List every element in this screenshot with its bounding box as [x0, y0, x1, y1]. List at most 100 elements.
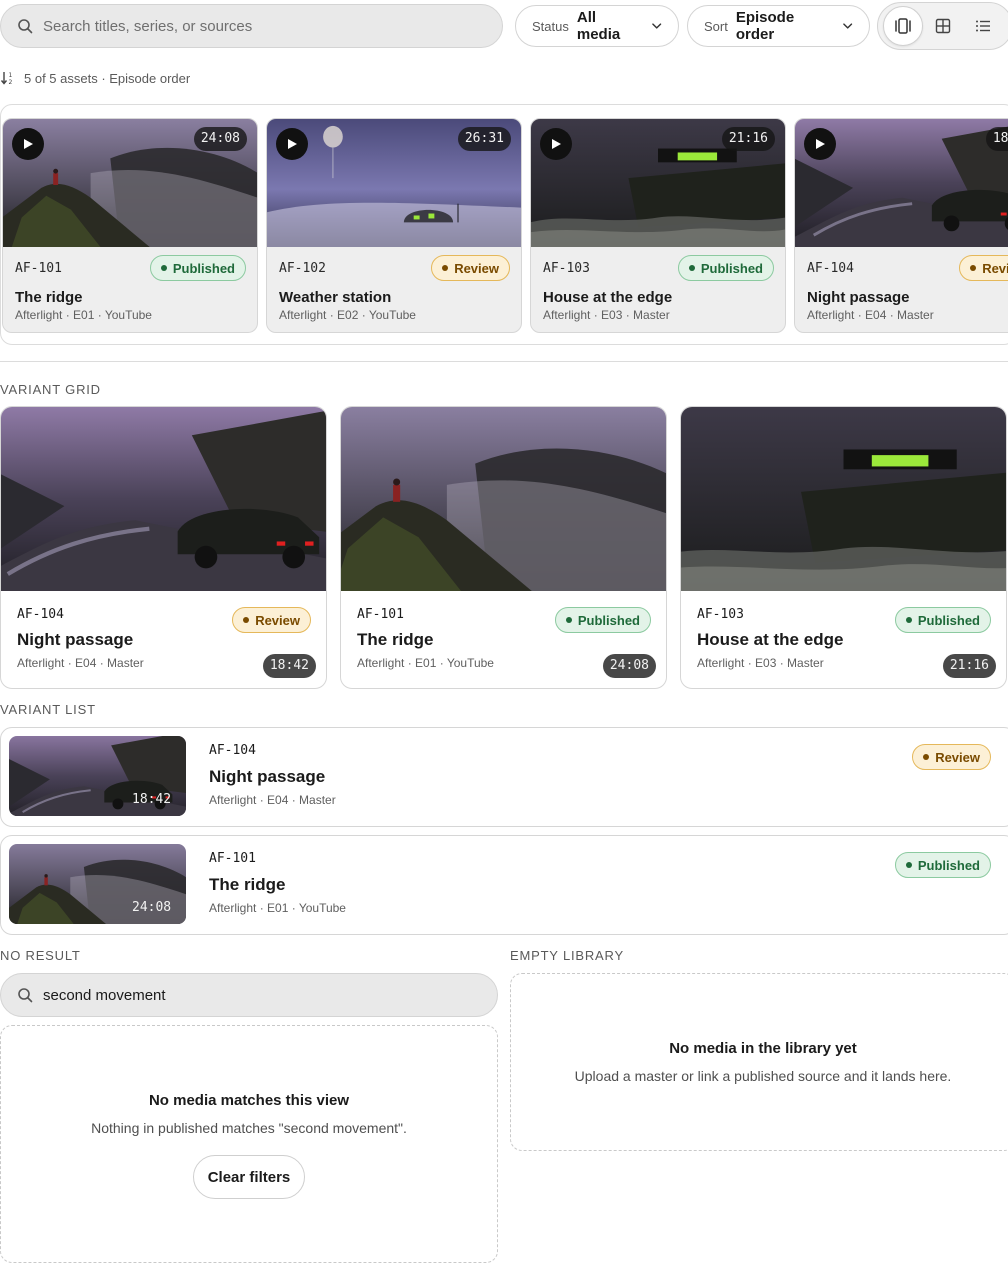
list-icon — [976, 20, 990, 32]
empty-library-heading: No media in the library yet — [669, 1040, 857, 1057]
asset-meta: Afterlight · E01 · YouTube — [15, 308, 152, 322]
asset-code: AF-101 — [209, 851, 256, 866]
svg-text:2: 2 — [9, 79, 13, 86]
asset-title: The ridge — [209, 875, 286, 894]
carousel-card[interactable]: 24:08 AF-101 Published The ridge Afterli… — [2, 118, 258, 333]
carousel-icon — [895, 18, 911, 34]
play-icon — [24, 139, 33, 149]
asset-title: House at the edge — [543, 289, 673, 306]
sort-value: Episode order — [735, 9, 795, 43]
grid-icon — [935, 18, 951, 34]
asset-title: Night passage — [807, 289, 910, 306]
play-icon — [552, 139, 561, 149]
duration-label: 18:42 — [262, 654, 316, 678]
section-divider — [0, 361, 1008, 362]
status-badge: Published — [894, 607, 991, 633]
grid-card[interactable]: 24:08 AF-101 Published The ridge Afterli… — [340, 406, 667, 689]
no-result-panel: No media matches this view Nothing in pu… — [0, 1025, 498, 1263]
asset-code: AF-104 — [209, 743, 256, 758]
asset-title: The ridge — [15, 289, 83, 306]
sort-label: Sort — [704, 18, 728, 34]
asset-code: AF-103 — [697, 607, 744, 622]
asset-meta: Afterlight · E03 · Master — [697, 656, 824, 670]
asset-title: Night passage — [209, 767, 326, 786]
carousel-card[interactable]: 18:42 AF-104 Review Night passage Afterl… — [794, 118, 1008, 333]
asset-code: AF-101 — [15, 261, 62, 276]
carousel-card[interactable]: 21:16 AF-103 Published House at the edge… — [530, 118, 786, 333]
list-row[interactable]: 18:42 AF-104 Review Night passage Afterl… — [0, 727, 1008, 827]
media-carousel[interactable]: 24:08 AF-101 Published The ridge Afterli… — [0, 104, 1008, 345]
chevron-down-icon — [842, 23, 852, 29]
carousel-card[interactable]: 26:31 AF-102 Review Weather station Afte… — [266, 118, 522, 333]
status-badge: Published — [554, 607, 651, 633]
svg-text:1: 1 — [9, 72, 13, 79]
duration-label: 24:08 — [193, 127, 247, 151]
grid-thumbnail — [681, 407, 1006, 591]
sort-select[interactable]: Sort Episode order — [687, 5, 870, 47]
status-badge: Review — [912, 744, 991, 770]
no-result-heading: No media matches this view — [148, 1092, 350, 1109]
empty-library-label: EMPTY LIBRARY — [510, 948, 624, 963]
asset-meta: Afterlight · E02 · YouTube — [279, 308, 416, 322]
search-placeholder: Search titles, series, or sources — [43, 17, 253, 35]
duration-label: 26:31 — [457, 127, 511, 151]
grid-thumbnail — [1, 407, 326, 591]
asset-code: AF-104 — [17, 607, 64, 622]
asset-title: Weather station — [279, 289, 392, 306]
no-result-search-input[interactable]: second movement — [0, 973, 498, 1017]
duration-label: 18:42 — [985, 127, 1008, 151]
play-button[interactable] — [804, 128, 836, 160]
variant-grid-label: VARIANT GRID — [0, 382, 101, 397]
no-result-body: Nothing in published matches "second mov… — [91, 1120, 407, 1136]
asset-title: House at the edge — [697, 630, 844, 649]
asset-title: The ridge — [357, 630, 434, 649]
view-mode-switcher — [877, 2, 1008, 50]
duration-label: 21:16 — [942, 654, 996, 678]
search-input[interactable]: Search titles, series, or sources — [0, 4, 503, 48]
play-button[interactable] — [276, 128, 308, 160]
sort-order-icon: 12 — [0, 72, 13, 86]
empty-library-body: Upload a master or link a published sour… — [574, 1068, 952, 1084]
asset-code: AF-102 — [279, 261, 326, 276]
play-icon — [816, 139, 825, 149]
result-summary: 12 5 of 5 assets · Episode order — [0, 70, 190, 86]
asset-code: AF-101 — [357, 607, 404, 622]
no-result-label: NO RESULT — [0, 948, 81, 963]
duration-label: 21:16 — [721, 127, 775, 151]
clear-filters-button[interactable]: Clear filters — [193, 1155, 305, 1199]
status-badge: Published — [894, 852, 991, 878]
asset-meta: Afterlight · E01 · YouTube — [357, 656, 494, 670]
asset-title: Night passage — [17, 630, 134, 649]
empty-library-panel: No media in the library yet Upload a mas… — [510, 973, 1008, 1151]
result-summary-text: 5 of 5 assets · Episode order — [24, 70, 191, 86]
search-query: second movement — [43, 986, 166, 1004]
play-icon — [288, 139, 297, 149]
search-icon — [18, 988, 33, 1003]
grid-card[interactable]: 18:42 AF-104 Review Night passage Afterl… — [0, 406, 327, 689]
grid-thumbnail — [341, 407, 666, 591]
list-view-button[interactable] — [963, 6, 1003, 46]
status-value: All media — [576, 9, 621, 43]
asset-meta: Afterlight · E03 · Master — [543, 308, 670, 322]
play-button[interactable] — [12, 128, 44, 160]
status-badge: Review — [232, 607, 311, 633]
status-label: Status — [532, 18, 569, 34]
asset-code: AF-103 — [543, 261, 590, 276]
list-row[interactable]: AF-101 Published The ridge Afterlight · … — [0, 835, 1008, 935]
grid-view-button[interactable] — [923, 6, 963, 46]
search-icon — [18, 19, 33, 34]
asset-meta: Afterlight · E04 · Master — [209, 793, 336, 807]
status-badge: Review — [959, 255, 1008, 281]
asset-code: AF-104 — [807, 261, 854, 276]
play-button[interactable] — [540, 128, 572, 160]
status-badge: Published — [677, 255, 774, 281]
carousel-view-button[interactable] — [883, 6, 923, 46]
duration-label: 24:08 — [132, 900, 172, 915]
duration-label: 24:08 — [602, 654, 656, 678]
chevron-down-icon — [651, 23, 661, 29]
asset-meta: Afterlight · E04 · Master — [17, 656, 144, 670]
status-select[interactable]: Status All media — [515, 5, 679, 47]
asset-meta: Afterlight · E04 · Master — [807, 308, 934, 322]
variant-list-label: VARIANT LIST — [0, 702, 96, 717]
grid-card[interactable]: 21:16 AF-103 Published House at the edge… — [680, 406, 1007, 689]
